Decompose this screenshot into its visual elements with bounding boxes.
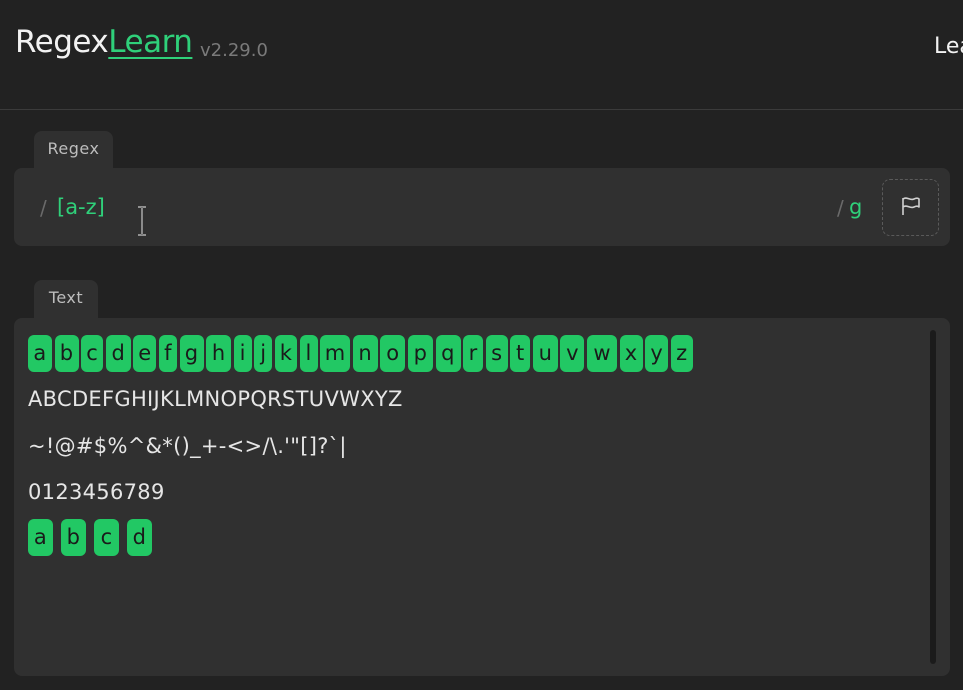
tab-text: Text xyxy=(34,280,98,318)
scrollbar[interactable] xyxy=(930,330,936,664)
regex-match: i xyxy=(233,334,252,372)
flags-button[interactable] xyxy=(882,179,939,236)
regex-match: e xyxy=(133,334,157,372)
regex-match: n xyxy=(352,334,378,372)
regex-match: x xyxy=(619,334,643,372)
regex-match: m xyxy=(320,334,351,372)
logo[interactable]: RegexLearn xyxy=(15,24,193,60)
regex-match: l xyxy=(299,334,318,372)
regex-match: q xyxy=(435,334,461,372)
logo-learn-text: Learn xyxy=(108,24,193,60)
regex-match: c xyxy=(94,518,119,556)
text-line-lowercase: abcdefghijklmnopqrstuvwxyz xyxy=(28,334,695,372)
version-label: v2.29.0 xyxy=(200,40,268,61)
regex-match: v xyxy=(560,334,585,372)
regex-match: t xyxy=(510,334,531,372)
regex-match: b xyxy=(61,518,86,556)
regex-match: a xyxy=(28,334,52,372)
flag-icon xyxy=(900,196,922,220)
text-line-symbols: ~!@#$%^&*()_+-<>/\.'"[]?`| xyxy=(28,434,347,458)
text-line-uppercase: ABCDEFGHIJKLMNOPQRSTUVWXYZ xyxy=(28,387,403,411)
regex-match: h xyxy=(206,334,232,372)
regex-match: d xyxy=(127,518,152,556)
text-line-abcd: abcd xyxy=(28,518,160,556)
regex-match: c xyxy=(81,334,104,372)
tab-regex: Regex xyxy=(34,131,113,169)
text-line-digits: 0123456789 xyxy=(28,480,165,504)
regex-match: k xyxy=(274,334,297,372)
regex-match: y xyxy=(645,334,669,372)
regex-match: d xyxy=(105,334,131,372)
nav-learn-link[interactable]: Lea xyxy=(934,34,963,59)
regex-match: w xyxy=(587,334,618,372)
regex-match: a xyxy=(28,518,53,556)
regex-input-area[interactable]: / [a-z] / g xyxy=(14,168,950,246)
text-cursor-icon xyxy=(136,206,146,236)
regex-match: s xyxy=(485,334,508,372)
logo-regex-text: Regex xyxy=(15,24,109,60)
scrollbar-thumb[interactable] xyxy=(930,330,936,664)
test-text-area[interactable]: abcdefghijklmnopqrstuvwxyz ABCDEFGHIJKLM… xyxy=(14,318,950,676)
regex-match: o xyxy=(380,334,406,372)
regex-open-slash: / xyxy=(40,196,47,220)
regex-match: p xyxy=(407,334,433,372)
regex-flags: g xyxy=(849,195,863,219)
regex-match: f xyxy=(158,334,177,372)
regex-match: j xyxy=(254,334,273,372)
regex-close-slash: / xyxy=(837,196,844,220)
header: RegexLearn v2.29.0 Lea xyxy=(0,0,963,110)
regex-match: u xyxy=(532,334,558,372)
regex-input[interactable]: [a-z] xyxy=(57,195,105,219)
regex-match: b xyxy=(54,334,79,372)
regex-match: r xyxy=(463,334,484,372)
regex-match: g xyxy=(179,334,204,372)
regex-match: z xyxy=(670,334,693,372)
